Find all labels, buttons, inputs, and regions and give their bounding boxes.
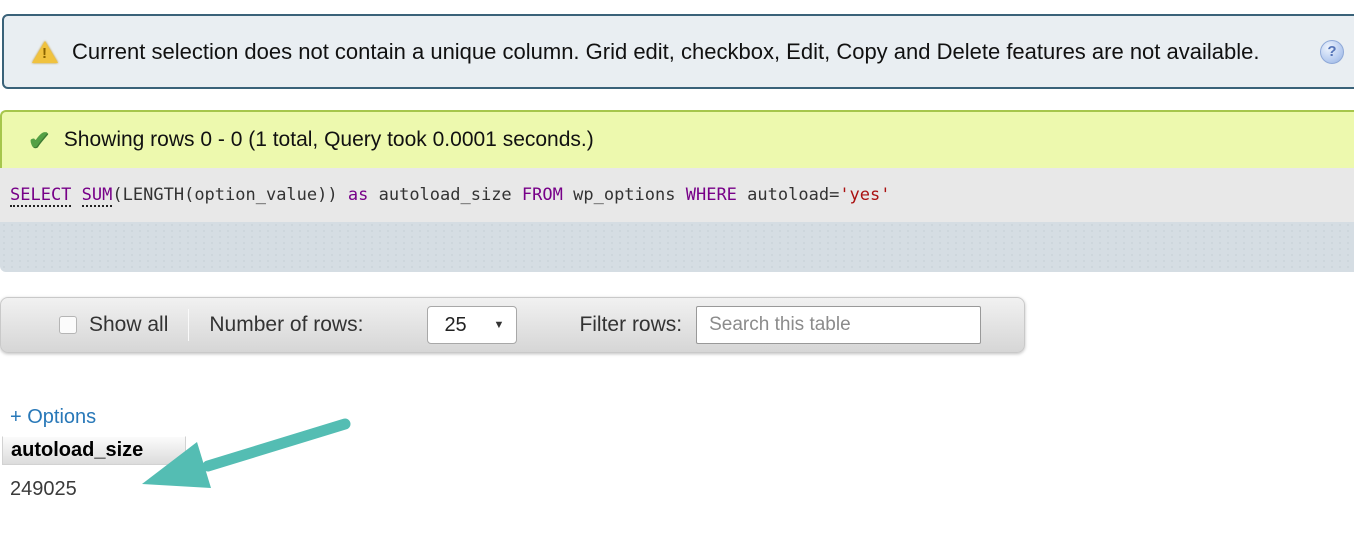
results-toolbar: Show all Number of rows: 25 ▼ Filter row… (0, 297, 1025, 353)
warning-notice-text: Current selection does not contain a uni… (72, 39, 1259, 65)
sql-token (512, 185, 522, 205)
sql-token: ( (184, 185, 194, 205)
sql-query-text: SELECT SUM(LENGTH(option_value)) as auto… (10, 185, 891, 205)
toolbar-divider (188, 309, 189, 341)
sql-token (737, 185, 747, 205)
filter-rows-label: Filter rows: (579, 313, 682, 337)
help-icon[interactable]: ? (1320, 40, 1344, 64)
column-header-autoload-size[interactable]: autoload_size (2, 436, 186, 465)
chevron-down-icon: ▼ (494, 319, 505, 331)
options-toggle-link[interactable]: + Options (10, 406, 96, 429)
table-search-input[interactable] (696, 306, 981, 344)
sql-token: = (829, 185, 839, 205)
query-box-footer (0, 222, 1354, 272)
sql-keyword-doc-link[interactable]: SUM (82, 185, 113, 207)
checkmark-icon: ✔ (28, 125, 50, 156)
sql-token (338, 185, 348, 205)
sql-token: LENGTH (123, 185, 184, 205)
warning-notice: Current selection does not contain a uni… (2, 14, 1354, 89)
column-header-label: autoload_size (11, 439, 143, 462)
sql-token: autoload_size (379, 185, 512, 205)
sql-token: autoload (747, 185, 829, 205)
show-all-label: Show all (89, 313, 168, 337)
warning-triangle-icon (32, 41, 58, 63)
result-cell-value: 249025 (10, 478, 77, 501)
sql-token: 'yes' (839, 185, 890, 205)
sql-token: as (348, 185, 368, 205)
show-all-checkbox[interactable] (59, 316, 77, 334)
sql-query-display: SELECT SUM(LENGTH(option_value)) as auto… (0, 168, 1354, 222)
sql-token: )) (317, 185, 337, 205)
success-message: ✔ Showing rows 0 - 0 (1 total, Query too… (0, 110, 1354, 168)
sql-token (368, 185, 378, 205)
rows-per-page-select[interactable]: 25 ▼ (427, 306, 517, 344)
sql-token (71, 185, 81, 205)
rows-select-value: 25 (444, 314, 466, 337)
sql-token: option_value (194, 185, 317, 205)
sql-token: wp_options (573, 185, 675, 205)
sql-token (675, 185, 685, 205)
number-of-rows-label: Number of rows: (209, 313, 363, 337)
sql-keyword-doc-link[interactable]: SELECT (10, 185, 71, 207)
sql-token: WHERE (686, 185, 737, 205)
success-message-text: Showing rows 0 - 0 (1 total, Query took … (64, 128, 594, 152)
sql-token: ( (112, 185, 122, 205)
sql-token: FROM (522, 185, 563, 205)
phpmyadmin-results-page: Current selection does not contain a uni… (0, 0, 1354, 555)
sql-token (563, 185, 573, 205)
